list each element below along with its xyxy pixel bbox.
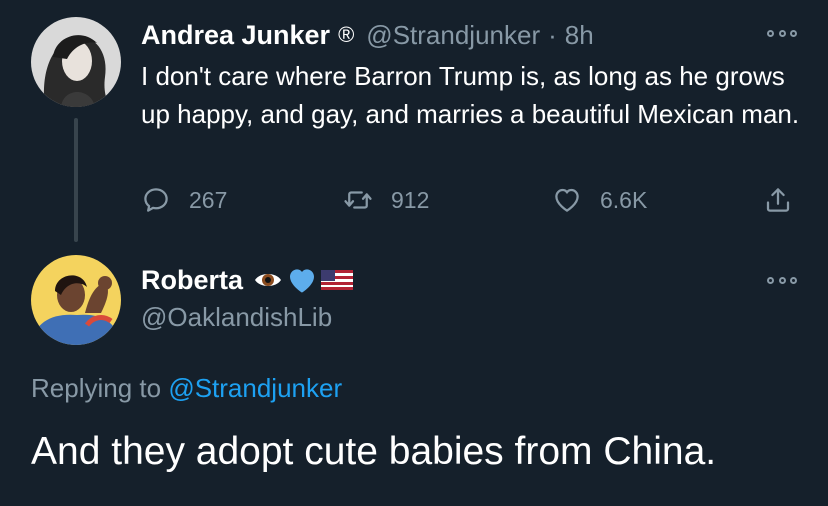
us-flag-icon [321,270,354,290]
more-dot [790,29,797,37]
share-upload-icon [766,188,790,212]
eye-icon [255,274,282,286]
timestamp[interactable]: 8h [565,20,594,51]
display-name[interactable]: Andrea Junker [141,20,330,51]
avatar-image-andrea [31,17,121,107]
replying-to-line: Replying to @Strandjunker [31,373,342,404]
name-emoji-badges [253,264,354,296]
reply-button[interactable]: 267 [141,180,227,220]
speech-bubble-icon [144,188,168,212]
tweet-text: I don't care where Barron Trump is, as l… [141,61,800,129]
more-dot [767,29,774,37]
more-options-icon[interactable] [767,274,797,286]
reply-count: 267 [189,186,228,213]
avatar-image-roberta [31,255,121,345]
replying-to-mention[interactable]: @Strandjunker [168,373,342,403]
like-count: 6.6K [600,186,648,213]
tweet-header: Andrea Junker ® @Strandjunker · 8h [141,17,594,53]
tweet-text: And they adopt cute babies from China. [31,430,717,473]
blue-heart-icon [290,269,315,293]
more-dot [778,276,786,284]
heart-icon [555,188,579,212]
share-button[interactable] [763,180,793,220]
more-dot [767,276,774,284]
registered-mark: ® [338,22,355,47]
more-dot [790,276,797,284]
display-name[interactable]: Roberta [141,265,243,296]
more-dot [778,29,786,37]
retweet-arrows-icon [344,191,372,209]
tweet-actions: 267 912 6.6K [0,180,828,220]
retweet-count: 912 [391,186,430,213]
replying-prefix: Replying to [31,373,162,403]
retweet-button[interactable]: 912 [343,180,429,220]
avatar[interactable] [31,17,121,107]
user-handle[interactable]: @OaklandishLib [141,302,332,333]
separator-dot: · [548,19,557,50]
more-options-icon[interactable] [767,27,797,39]
avatar[interactable] [31,255,121,345]
like-button[interactable]: 6.6K [552,180,647,220]
tweet-header: Roberta [141,262,354,298]
user-handle[interactable]: @Strandjunker [366,20,540,51]
